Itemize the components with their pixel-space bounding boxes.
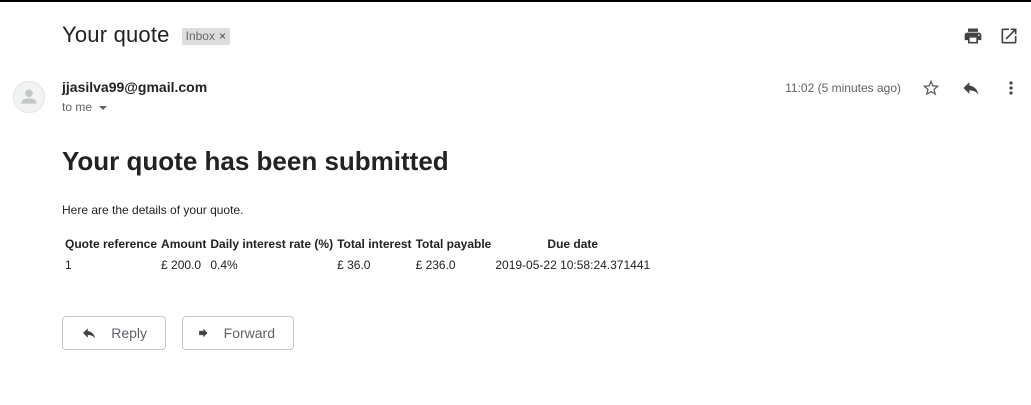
table-header: Total payable: [415, 237, 492, 251]
table-cell: £ 200.0: [161, 258, 202, 272]
subject-row: Your quote Inbox ×: [62, 22, 230, 48]
sender-email: jjasilva99@gmail.com: [62, 79, 208, 95]
label-chip-text: Inbox: [185, 28, 215, 43]
message-heading: Your quote has been submitted: [62, 146, 449, 176]
table-header-row: Quote reference Amount Daily interest ra…: [64, 236, 651, 252]
table-header: Total interest: [337, 237, 412, 251]
star-icon[interactable]: [921, 78, 941, 98]
message-timestamp: 11:02 (5 minutes ago): [785, 81, 901, 95]
message-actions: Reply Forward: [62, 316, 294, 350]
reply-icon: [83, 328, 96, 339]
table-cell: £ 236.0: [415, 258, 456, 272]
table-cell: 1: [65, 258, 72, 272]
table-header: Amount: [161, 237, 207, 251]
quote-table: Quote reference Amount Daily interest ra…: [62, 234, 653, 275]
recipients-text: to me: [62, 100, 93, 114]
table-cell: 0.4%: [210, 258, 238, 272]
person-icon: [21, 89, 37, 104]
message-meta: 11:02 (5 minutes ago): [785, 78, 1021, 98]
chevron-down-icon[interactable]: [99, 105, 108, 110]
print-icon[interactable]: [963, 26, 983, 46]
top-border: [0, 0, 1031, 2]
email-subject: Your quote: [62, 22, 170, 47]
forward-button[interactable]: Forward: [182, 316, 294, 350]
table-cell: 2019-05-22 10:58:24.371441: [495, 258, 651, 272]
reply-button-label: Reply: [111, 325, 147, 341]
table-header: Quote reference: [65, 237, 158, 251]
table-header: Due date: [547, 237, 599, 251]
table-row: 1 £ 200.0 0.4% £ 36.0 £ 236.0 2019-05-22…: [64, 254, 651, 273]
avatar: [13, 81, 45, 113]
table-cell: £ 36.0: [337, 258, 371, 272]
thread-actions: [963, 26, 1019, 46]
forward-button-label: Forward: [223, 325, 275, 341]
table-header: Daily interest rate (%): [210, 237, 334, 251]
label-remove-icon[interactable]: ×: [219, 29, 226, 43]
reply-button[interactable]: Reply: [62, 316, 166, 350]
message-intro: Here are the details of your quote.: [62, 203, 244, 217]
recipients-toggle[interactable]: to me: [62, 100, 108, 114]
forward-icon: [199, 328, 208, 338]
reply-icon[interactable]: [961, 78, 981, 98]
open-in-new-icon[interactable]: [999, 26, 1019, 46]
more-vert-icon[interactable]: [1001, 78, 1021, 98]
label-chip-inbox[interactable]: Inbox ×: [181, 27, 230, 45]
